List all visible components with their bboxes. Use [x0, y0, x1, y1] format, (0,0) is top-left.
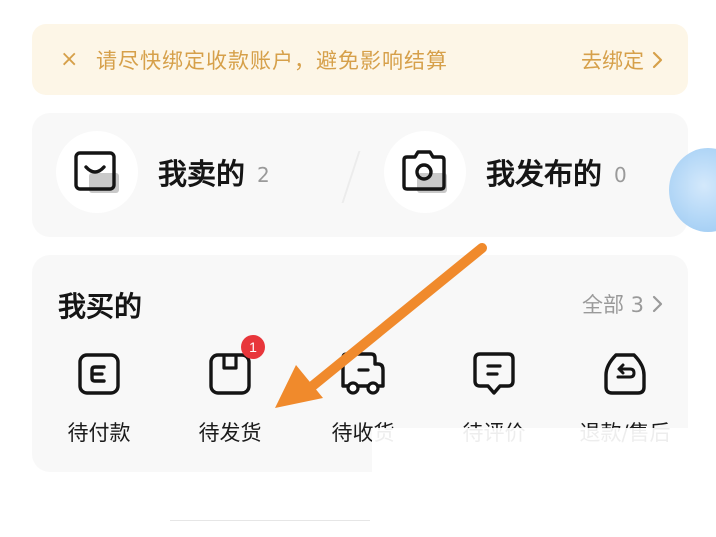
annotation-arrow-icon [275, 243, 487, 408]
